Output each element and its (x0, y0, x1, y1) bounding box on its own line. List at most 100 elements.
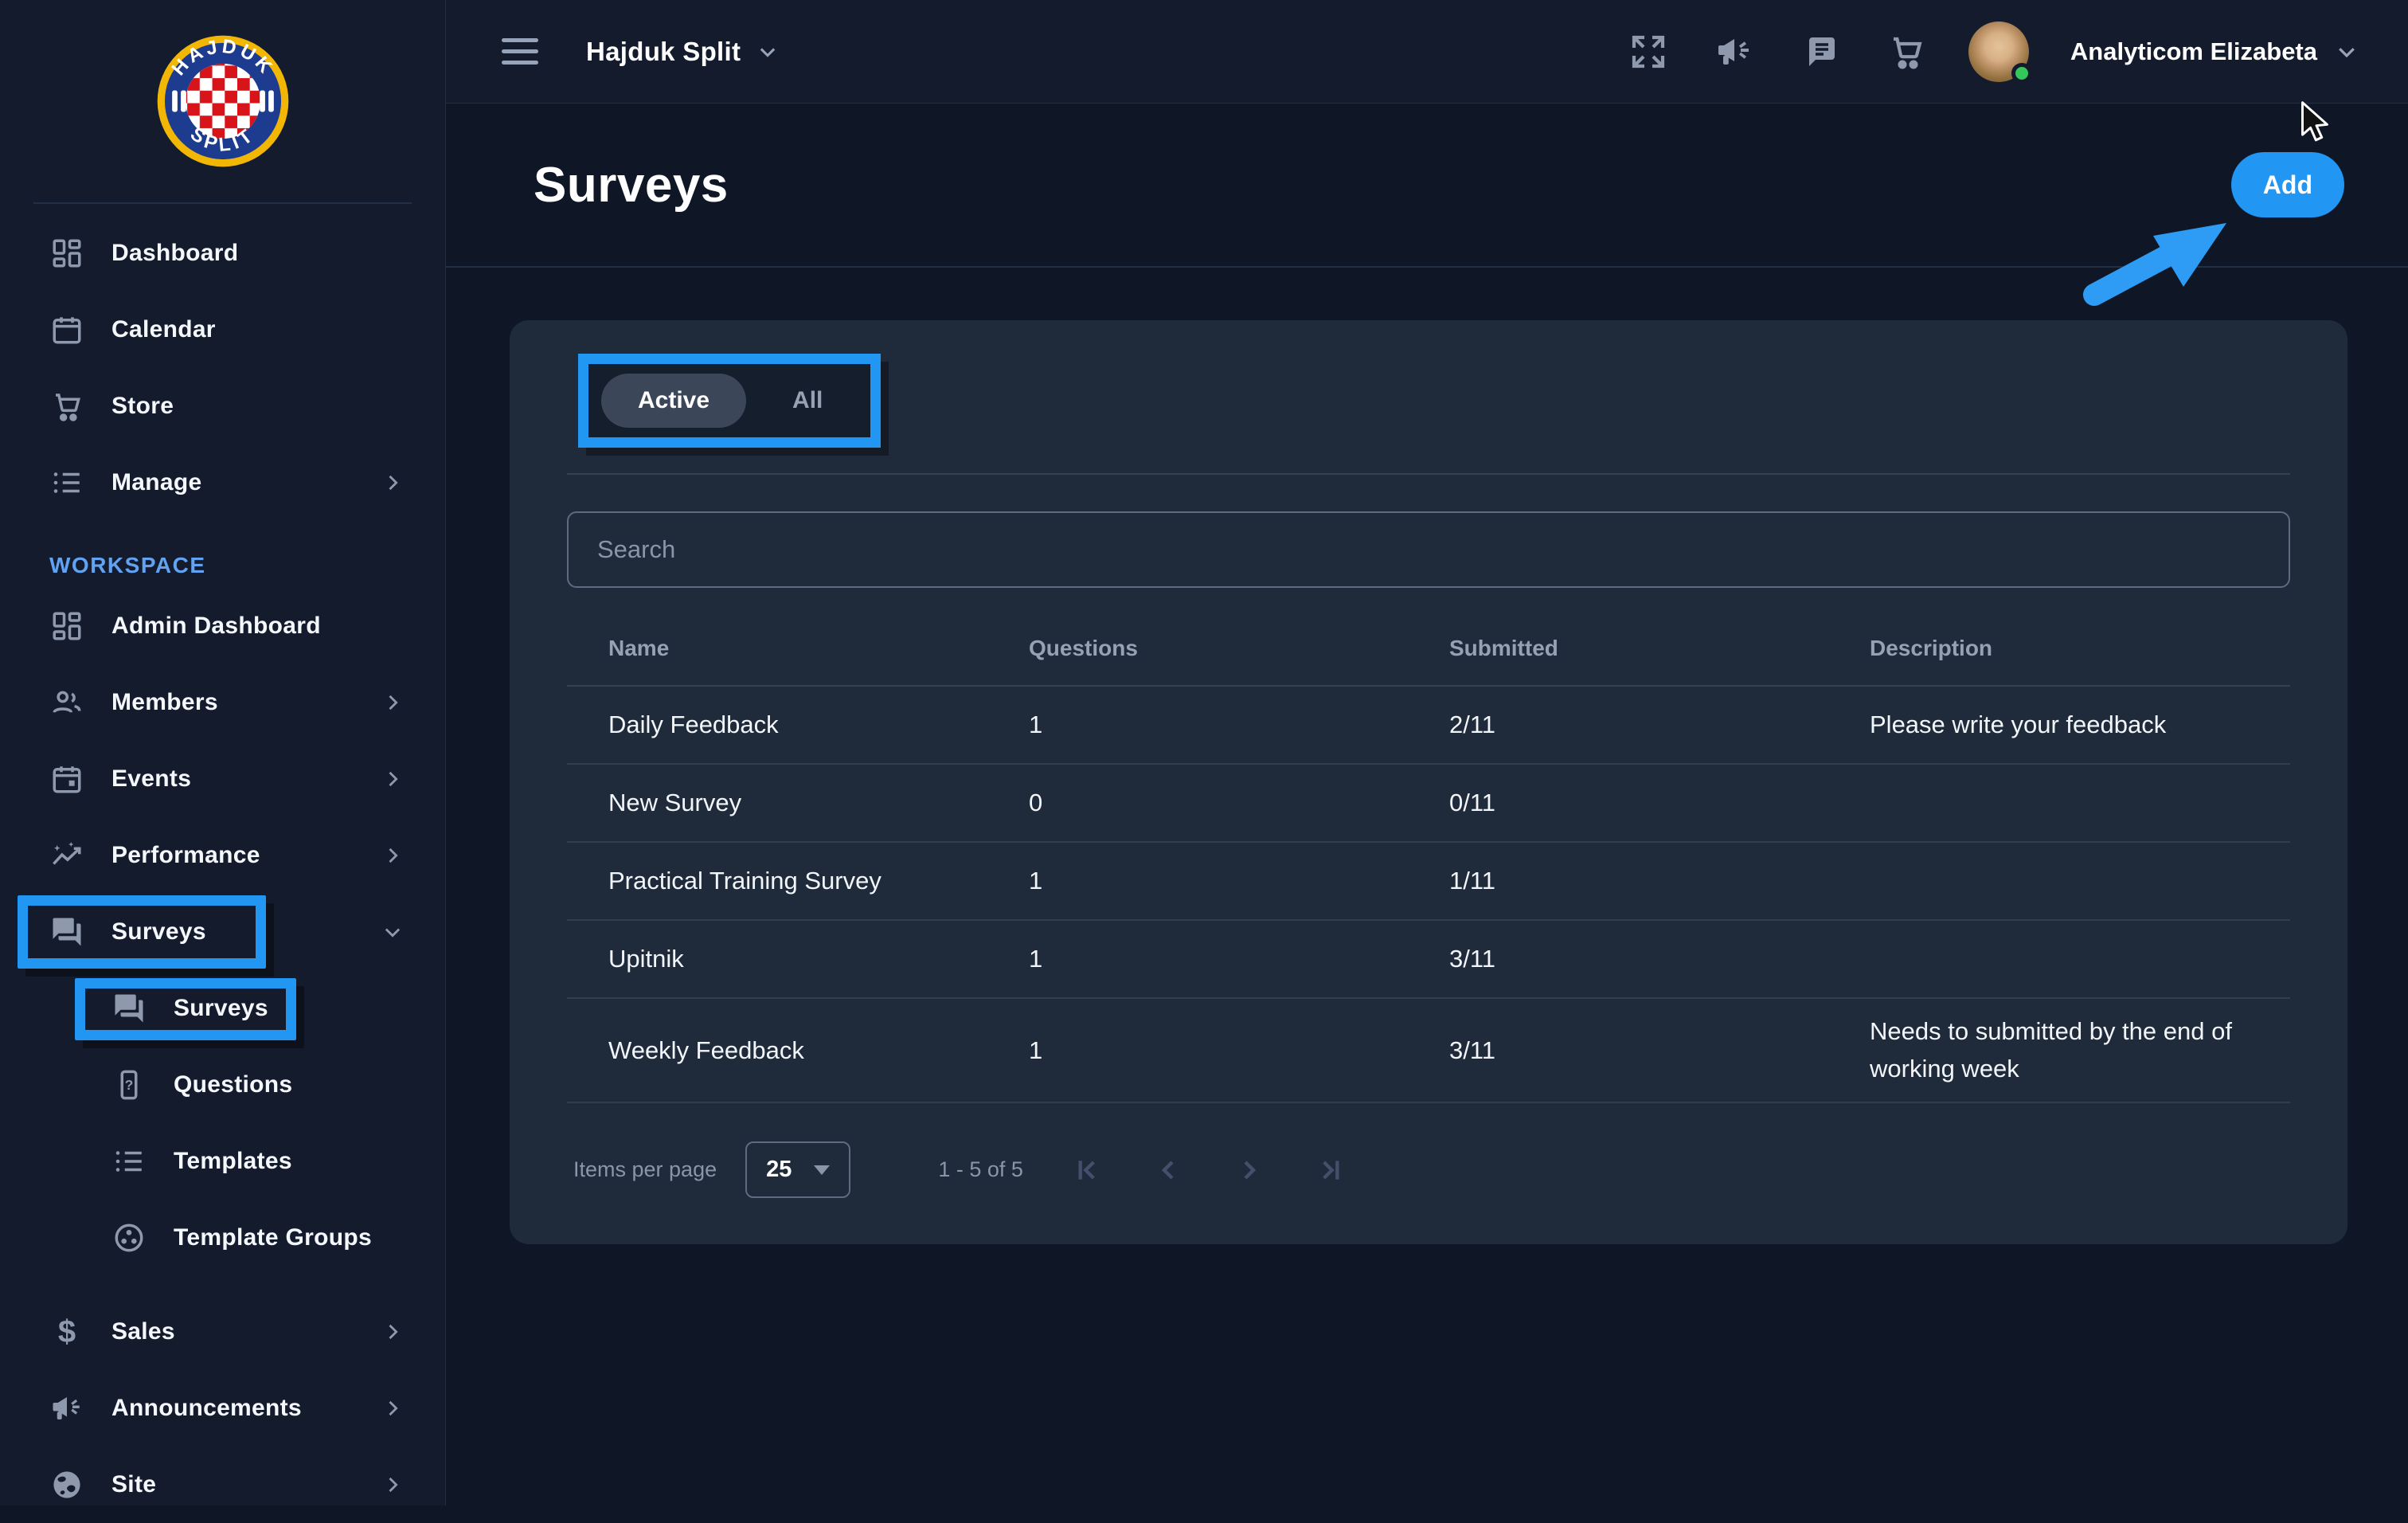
team-switcher[interactable]: Hajduk Split (586, 37, 779, 67)
trend-sparkle-icon (49, 838, 84, 873)
sidebar-item-events[interactable]: Events (0, 741, 445, 817)
club-logo: HAJDUK SPLIT (33, 0, 412, 204)
column-header-description: Description (1870, 636, 2290, 661)
filter-tabs: Active All (588, 364, 870, 437)
dashboard-icon (49, 609, 84, 644)
user-menu[interactable]: Analyticom Elizabeta (2070, 37, 2359, 66)
tab-active[interactable]: Active (601, 374, 746, 428)
table-row[interactable]: Practical Training Survey 1 1/11 (567, 843, 2290, 921)
cell-description (1870, 867, 2261, 895)
announcements-megaphone-icon[interactable] (1714, 31, 1755, 72)
cell-submitted: 3/11 (1449, 1022, 1870, 1079)
cell-questions: 1 (1029, 930, 1449, 988)
sidebar-item-label: Site (111, 1471, 156, 1498)
table-row[interactable]: Upitnik 1 3/11 (567, 921, 2290, 999)
list-icon (111, 1144, 147, 1179)
cell-name: Weekly Feedback (608, 1022, 1029, 1079)
workspace-section-label: WORKSPACE (49, 553, 445, 578)
dashboard-icon (49, 236, 84, 271)
cell-name: Practical Training Survey (608, 852, 1029, 910)
sidebar-subitem-templates[interactable]: Templates (0, 1123, 445, 1200)
group-dots-icon (111, 1220, 147, 1255)
cell-submitted: 1/11 (1449, 852, 1870, 910)
chevron-down-icon (2335, 40, 2359, 64)
event-calendar-icon (49, 762, 84, 797)
sidebar-item-label: Performance (111, 842, 260, 869)
sidebar-item-members[interactable]: Members (0, 664, 445, 741)
sidebar-item-label: Announcements (111, 1395, 302, 1422)
cell-name: Upitnik (608, 930, 1029, 988)
search-input[interactable] (567, 511, 2290, 588)
sidebar-item-announcements[interactable]: Announcements (0, 1370, 445, 1447)
cell-questions: 1 (1029, 1022, 1449, 1079)
cell-name: New Survey (608, 774, 1029, 832)
previous-page-button[interactable] (1151, 1153, 1186, 1188)
sidebar-item-label: Members (111, 689, 218, 716)
sidebar-subitem-template-groups[interactable]: Template Groups (0, 1200, 445, 1276)
sidebar-subitem-questions[interactable]: ? Questions (0, 1047, 445, 1123)
sidebar-item-label: Store (111, 393, 174, 420)
megaphone-icon (49, 1391, 84, 1426)
chevron-down-icon (756, 41, 779, 63)
people-icon (49, 685, 84, 720)
sidebar-item-store[interactable]: Store (0, 368, 445, 444)
sidebar-item-label: Surveys (111, 918, 206, 946)
divider (567, 473, 2290, 475)
column-header-submitted: Submitted (1449, 636, 1870, 661)
sidebar-item-performance[interactable]: Performance (0, 817, 445, 894)
annotation-box-tabs: Active All (578, 354, 881, 448)
table-row[interactable]: Weekly Feedback 1 3/11 Needs to submitte… (567, 999, 2290, 1103)
sidebar-item-label: Dashboard (111, 240, 238, 267)
sidebar-item-label: Manage (111, 469, 202, 496)
last-page-button[interactable] (1313, 1153, 1348, 1188)
user-avatar[interactable] (1968, 22, 2029, 82)
sidebar-item-site[interactable]: Site (0, 1447, 445, 1523)
cell-description (1870, 945, 2261, 973)
topbar: Hajduk Split Analyticom Elizabeta (446, 0, 2408, 104)
question-device-icon: ? (111, 1067, 147, 1102)
chat-icon[interactable] (1800, 31, 1841, 72)
sidebar-item-label: Calendar (111, 316, 216, 343)
sidebar-item-calendar[interactable]: Calendar (0, 292, 445, 368)
sidebar-subitem-surveys[interactable]: Surveys (0, 970, 445, 1047)
sidebar-item-dashboard[interactable]: Dashboard (0, 215, 445, 292)
cell-questions: 1 (1029, 696, 1449, 754)
hajduk-split-crest-icon: HAJDUK SPLIT (156, 34, 290, 168)
pagination: Items per page 25 1 - 5 of 5 (567, 1141, 2290, 1198)
chevron-right-icon (381, 691, 404, 714)
next-page-button[interactable] (1232, 1153, 1267, 1188)
cell-name: Daily Feedback (608, 696, 1029, 754)
chevron-right-icon (381, 768, 404, 790)
sidebar-item-surveys[interactable]: Surveys (0, 894, 445, 970)
cell-description (1870, 789, 2261, 817)
fullscreen-icon[interactable] (1628, 31, 1669, 72)
sidebar-item-label: Template Groups (174, 1224, 372, 1251)
first-page-button[interactable] (1069, 1153, 1104, 1188)
sidebar-item-label: Templates (174, 1148, 292, 1175)
chevron-right-icon (381, 1321, 404, 1343)
add-button[interactable]: Add (2231, 152, 2344, 217)
dollar-icon: $ (49, 1314, 84, 1349)
sidebar-item-sales[interactable]: $ Sales (0, 1294, 445, 1370)
table-row[interactable]: Daily Feedback 1 2/11 Please write your … (567, 687, 2290, 765)
chevron-right-icon (381, 1474, 404, 1496)
tab-all[interactable]: All (781, 374, 834, 428)
page-size-value: 25 (766, 1157, 792, 1183)
chevron-right-icon (381, 844, 404, 867)
chat-bubbles-icon (49, 914, 84, 949)
page-size-select[interactable]: 25 (745, 1141, 850, 1198)
sidebar-item-label: Events (111, 765, 191, 793)
calendar-icon (49, 312, 84, 347)
cell-questions: 0 (1029, 774, 1449, 832)
table-row[interactable]: New Survey 0 0/11 (567, 765, 2290, 843)
chevron-down-icon (381, 921, 404, 943)
surveys-card: Active All Name Questions Submitted Desc… (510, 320, 2347, 1244)
sidebar-nav: Dashboard Calendar Store Manage WORKSPAC… (0, 204, 445, 1523)
sidebar-item-manage[interactable]: Manage (0, 444, 445, 521)
topbar-actions: Analyticom Elizabeta (1583, 22, 2359, 82)
menu-toggle-button[interactable] (502, 38, 538, 65)
caret-down-icon (814, 1165, 830, 1175)
sidebar-item-admin-dashboard[interactable]: Admin Dashboard (0, 588, 445, 664)
cell-description: Needs to submitted by the end of working… (1870, 999, 2261, 1102)
cart-icon[interactable] (1886, 31, 1927, 72)
